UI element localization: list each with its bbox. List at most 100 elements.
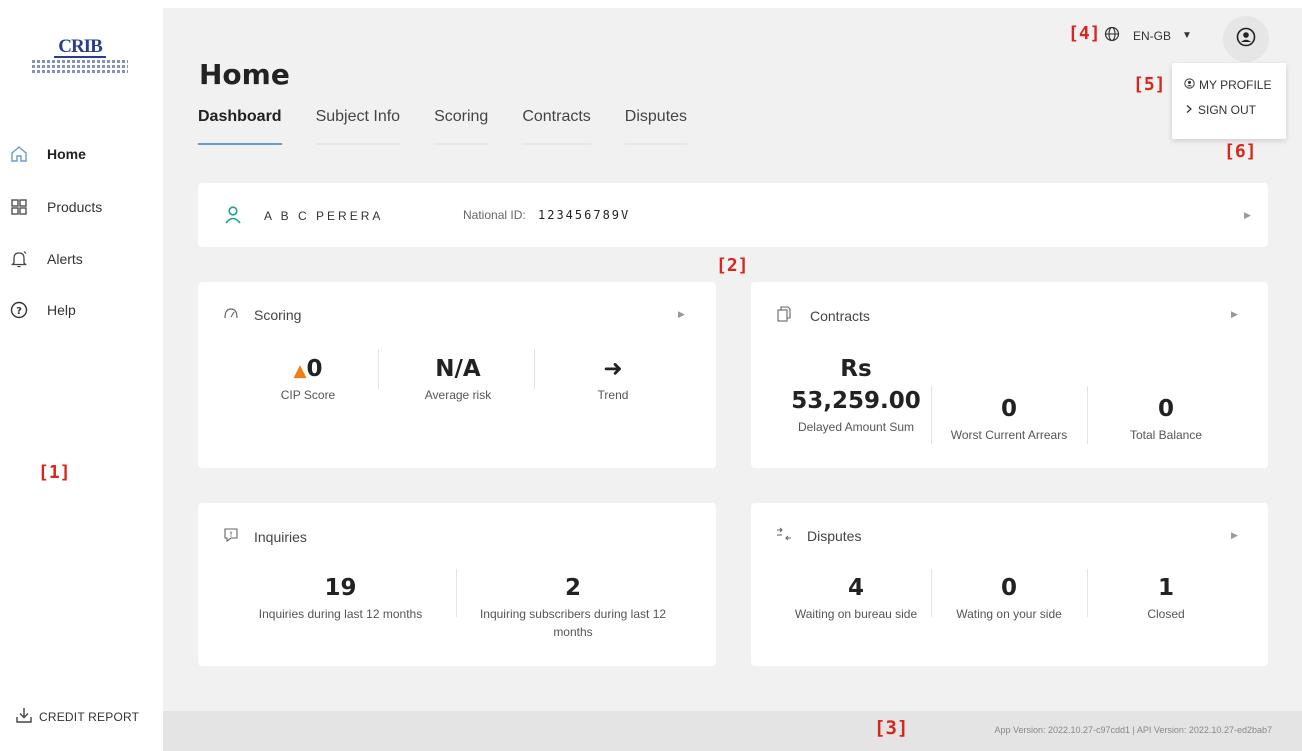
globe-icon [1104,26,1120,45]
svg-text:?: ? [16,306,22,317]
annotation-marker-6: [6] [1224,141,1257,162]
tab-disputes[interactable]: Disputes [624,108,688,145]
caret-down-icon: ▼ [1182,30,1192,41]
gauge-icon [223,306,239,323]
cip-score-stat: ▲0 CIP Score [238,356,378,404]
card-header: Disputes [776,527,861,544]
inquiries-card: Inquiries 19 Inquiries during last 12 mo… [198,503,716,666]
divider [1087,569,1088,617]
card-header: Scoring [223,306,301,323]
inquiries-count-label: Inquiries during last 12 months [258,607,423,621]
sidebar-item-label: Home [47,146,86,162]
worst-arrears-label: Worst Current Arrears [950,428,1068,442]
card-title: Disputes [807,527,862,544]
delayed-amount-value: 53,259.00 [791,388,921,414]
tab-contracts[interactable]: Contracts [522,108,591,145]
sidebar-item-help[interactable]: ? Help [8,295,158,325]
card-title: Inquiries [254,528,307,545]
version-info: App Version: 2022.10.27-c97cdd1 | API Ve… [994,725,1272,735]
delayed-amount-stat: Rs 53,259.00 Delayed Amount Sum [786,356,926,436]
main-content: Home Dashboard Subject Info Scoring Cont… [163,8,1302,751]
card-header: Inquiries [223,527,307,546]
user-menu-button[interactable] [1223,16,1269,62]
sidebar-item-label: Products [47,199,103,215]
national-id-value: 123456789V [538,208,631,222]
crib-logo: CRIB [30,37,130,90]
cip-score-label: CIP Score [280,388,336,402]
waiting-yours-stat: 0 Wating on your side [937,575,1081,623]
closed-stat: 1 Closed [1096,575,1236,623]
national-id-label: National ID: [463,208,526,222]
inquiring-subscribers-value: 2 [564,575,581,601]
user-circle-icon [1184,78,1195,92]
sidebar-item-label: Help [47,302,76,318]
sidebar-item-home[interactable]: Home [8,139,158,169]
inquiring-subscribers-label: Inquiring subscribers during last 12 mon… [479,607,667,639]
annotation-marker-3: [3] [874,717,909,739]
credit-report-label: CREDIT REPORT [39,709,140,724]
footer: [3] App Version: 2022.10.27-c97cdd1 | AP… [163,711,1302,751]
card-title: Scoring [254,306,302,323]
logo-tagline-decoration [32,60,128,63]
sidebar-item-alerts[interactable]: Alerts [8,244,158,274]
trend-arrow-icon: ➜ [603,356,623,382]
waiting-bureau-value: 4 [847,575,864,601]
waiting-yours-label: Wating on your side [956,607,1062,621]
inquiring-subscribers-stat: 2 Inquiring subscribers during last 12 m… [468,575,678,641]
trend-stat: ➜ Trend [543,356,683,404]
tab-scoring[interactable]: Scoring [434,108,489,145]
tab-subject-info[interactable]: Subject Info [315,108,401,145]
credit-report-button[interactable]: CREDIT REPORT [15,706,139,727]
inquiries-count-value: 19 [324,575,357,601]
message-alert-icon [223,527,239,546]
card-header: Contracts [776,306,870,325]
divider [378,349,379,389]
tab-bar: Dashboard Subject Info Scoring Contracts… [198,108,721,145]
bell-icon [8,248,30,270]
menu-item-label: SIGN OUT [1198,103,1257,117]
chevron-right-icon [1184,103,1194,117]
disputes-card: Disputes ▶ 4 Waiting on bureau side 0 Wa… [751,503,1268,666]
subject-card[interactable]: A B C PERERA National ID: 123456789V ▶ [198,183,1268,247]
annotation-marker-5: [5] [1133,74,1166,95]
sidebar-item-label: Alerts [47,251,83,267]
logo-tagline-decoration [32,70,128,73]
average-risk-value: N/A [435,356,481,382]
home-icon [8,143,30,165]
user-menu-dropdown: MY PROFILE SIGN OUT [1172,63,1286,139]
tab-dashboard[interactable]: Dashboard [198,108,282,145]
total-balance-label: Total Balance [1129,428,1203,442]
subject-name: A B C PERERA [264,209,384,223]
expand-arrow-icon[interactable]: ▶ [678,309,685,320]
closed-label: Closed [1147,607,1185,621]
inquiries-count-stat: 19 Inquiries during last 12 months [238,575,443,623]
expand-arrow-icon[interactable]: ▶ [1231,530,1238,541]
worst-arrears-stat: 0 Worst Current Arrears [934,396,1084,444]
expand-arrow-icon[interactable]: ▶ [1231,309,1238,320]
divider [931,386,932,444]
help-icon: ? [8,299,30,321]
logo-mark: CRIB [54,37,106,58]
cip-score-value-row: ▲0 [238,356,378,382]
expand-arrow-icon[interactable]: ▶ [1244,210,1251,221]
logo-tagline-decoration [32,65,128,68]
sign-out-menu-item[interactable]: SIGN OUT [1184,103,1256,117]
annotation-marker-4: [4] [1068,23,1101,44]
annotation-marker-2: [2] [716,255,749,276]
trend-label: Trend [597,388,629,402]
page-title: Home [199,58,290,91]
total-balance-value: 0 [1157,396,1174,422]
person-icon [224,205,242,230]
language-selector[interactable]: EN-GB ▼ [1104,26,1192,45]
waiting-bureau-label: Waiting on bureau side [794,607,918,621]
average-risk-label: Average risk [424,388,492,402]
delayed-amount-label: Delayed Amount Sum [797,420,915,434]
divider [456,569,457,617]
divider [1087,386,1088,444]
grid-icon [8,196,30,218]
sidebar-item-products[interactable]: Products [8,192,158,222]
disputes-arrows-icon [776,527,792,544]
my-profile-menu-item[interactable]: MY PROFILE [1184,78,1271,92]
closed-value: 1 [1157,575,1174,601]
menu-item-label: MY PROFILE [1199,78,1272,92]
